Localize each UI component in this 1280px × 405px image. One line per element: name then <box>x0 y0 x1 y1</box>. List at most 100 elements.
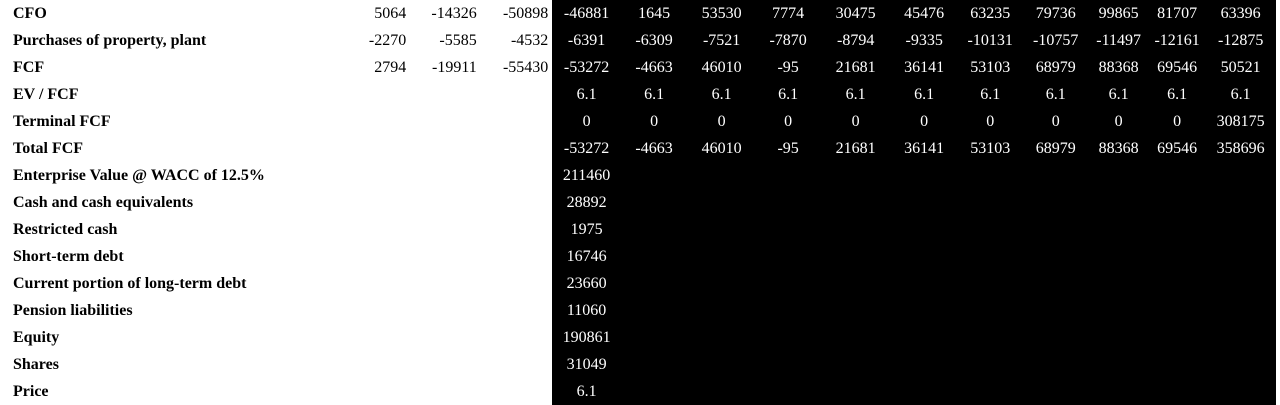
table-row: Equity 190861 <box>0 324 1276 351</box>
table-cell <box>820 297 891 324</box>
table-cell: -6309 <box>620 27 688 54</box>
table-cell: 16746 <box>552 243 621 270</box>
table-cell <box>481 81 553 108</box>
table-cell <box>890 189 958 216</box>
table-cell <box>1205 351 1276 378</box>
table-cell <box>820 324 891 351</box>
table-cell <box>481 351 553 378</box>
table-cell <box>410 189 481 216</box>
table-row: FCF 2794 -19911 -55430 -53272 -4663 46010 -95 21… <box>0 54 1276 81</box>
table-cell: -14326 <box>431 5 477 22</box>
table-cell: 99865 <box>1088 0 1149 27</box>
table-cell: 6.1 <box>1088 81 1149 108</box>
row-label: Pension liabilities <box>13 302 133 319</box>
table-cell: 0 <box>620 108 688 135</box>
table-cell: 63396 <box>1205 0 1276 27</box>
table-row: CFO 5064 -14326 -50898 -46881 1645 53530 7774 30… <box>0 0 1276 27</box>
table-cell <box>344 108 411 135</box>
table-cell: 50521 <box>1205 54 1276 81</box>
table-cell <box>344 270 411 297</box>
table-cell: 11060 <box>552 297 621 324</box>
table-cell <box>1148 162 1206 189</box>
table-row: Short-term debt 16746 <box>0 243 1276 270</box>
table-cell: 88368 <box>1088 54 1149 81</box>
row-label: Restricted cash <box>13 221 118 238</box>
table-cell <box>957 189 1023 216</box>
table-cell: -4663 <box>620 54 688 81</box>
table-cell <box>481 108 553 135</box>
table-cell: -7870 <box>755 27 821 54</box>
row-label: EV / FCF <box>13 86 79 103</box>
table-cell <box>1088 351 1149 378</box>
table-row: Enterprise Value @ WACC of 12.5% 211460 <box>0 162 1276 189</box>
table-cell <box>1088 189 1149 216</box>
table-cell: -2270 <box>368 32 407 49</box>
table-row: Total FCF -53272 -4663 46010 -95 21681 36141 53… <box>0 135 1276 162</box>
table-cell <box>687 189 756 216</box>
table-cell: -55430 <box>502 59 549 76</box>
table-cell <box>481 135 553 162</box>
table-cell <box>344 243 411 270</box>
table-cell: -12875 <box>1205 27 1276 54</box>
table-cell <box>410 297 481 324</box>
table-cell <box>410 81 481 108</box>
table-cell <box>820 351 891 378</box>
table-cell: -95 <box>755 135 821 162</box>
table-cell: 69546 <box>1148 135 1206 162</box>
table-cell <box>620 189 688 216</box>
table-cell: 28892 <box>552 189 621 216</box>
table-cell <box>755 297 821 324</box>
table-cell <box>890 324 958 351</box>
table-cell <box>481 324 553 351</box>
table-cell: 0 <box>552 108 621 135</box>
table-cell <box>755 351 821 378</box>
table-cell <box>687 162 756 189</box>
table-cell <box>1148 324 1206 351</box>
table-row: Restricted cash 1975 <box>0 216 1276 243</box>
table-row: Purchases of property, plant -2270 -5585 -4… <box>0 27 1276 54</box>
table-row: Pension liabilities 11060 <box>0 297 1276 324</box>
table-row: EV / FCF 6.1 6.1 6.1 6.1 6.1 6.1 6.1 6.1 6.1 6.1 6.… <box>0 81 1276 108</box>
table-cell <box>410 270 481 297</box>
table-cell: 69546 <box>1148 54 1206 81</box>
table-cell: -10131 <box>957 27 1023 54</box>
table-cell <box>620 216 688 243</box>
table-cell <box>1205 297 1276 324</box>
table-cell <box>687 351 756 378</box>
table-cell: 0 <box>687 108 756 135</box>
row-label: CFO <box>13 5 47 22</box>
table-cell <box>957 216 1023 243</box>
table-cell <box>1148 297 1206 324</box>
table-cell: -4532 <box>510 32 549 49</box>
row-label: Equity <box>13 329 60 346</box>
table-cell <box>344 216 411 243</box>
row-label: Current portion of long-term debt <box>13 275 247 292</box>
table-cell <box>820 243 891 270</box>
table-cell: -10757 <box>1022 27 1089 54</box>
table-cell <box>1022 216 1089 243</box>
table-cell <box>1022 162 1089 189</box>
table-row: Cash and cash equivalents 28892 <box>0 189 1276 216</box>
table-cell <box>957 351 1023 378</box>
table-cell: 53530 <box>687 0 756 27</box>
table-cell: 0 <box>1022 108 1089 135</box>
table-cell: -53272 <box>552 135 621 162</box>
table-cell: -6391 <box>552 27 621 54</box>
table-cell <box>890 351 958 378</box>
table-cell <box>344 324 411 351</box>
table-cell <box>620 162 688 189</box>
table-cell <box>1205 216 1276 243</box>
table-cell <box>1088 324 1149 351</box>
table-cell <box>755 162 821 189</box>
table-cell: 5064 <box>374 5 407 22</box>
table-row: Terminal FCF 0 0 0 0 0 0 0 0 0 0 308175 <box>0 108 1276 135</box>
table-cell: 7774 <box>755 0 821 27</box>
table-cell: 6.1 <box>687 81 756 108</box>
table-cell <box>1205 243 1276 270</box>
table-cell <box>1022 297 1089 324</box>
table-cell: 6.1 <box>755 81 821 108</box>
table-cell: 0 <box>1148 108 1206 135</box>
table-cell <box>890 297 958 324</box>
table-cell: -50898 <box>502 5 549 22</box>
table-cell <box>820 216 891 243</box>
